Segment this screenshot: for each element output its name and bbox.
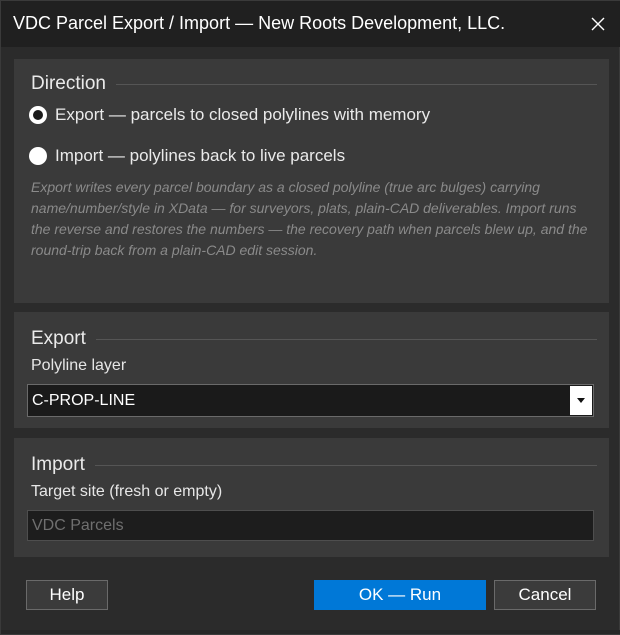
polyline-layer-select[interactable]: C-PROP-LINE xyxy=(27,384,594,417)
export-heading: Export xyxy=(31,328,86,349)
import-radio-option[interactable]: Import — polylines back to live parcels xyxy=(29,146,345,166)
chevron-down-icon xyxy=(577,398,585,403)
title-bar: VDC Parcel Export / Import — New Roots D… xyxy=(1,1,620,47)
close-icon xyxy=(591,17,605,31)
export-radio-button[interactable] xyxy=(29,106,47,124)
export-radio-option[interactable]: Export — parcels to closed polylines wit… xyxy=(29,105,430,125)
direction-group: Direction Export — parcels to closed pol… xyxy=(14,59,609,303)
group-divider xyxy=(94,464,597,466)
direction-header: Direction xyxy=(31,73,597,95)
export-header: Export xyxy=(31,328,597,350)
import-heading: Import xyxy=(31,454,85,475)
polyline-layer-value: C-PROP-LINE xyxy=(32,392,136,409)
export-group: Export Polyline layer C-PROP-LINE xyxy=(14,312,609,428)
import-group: Import Target site (fresh or empty) VDC … xyxy=(14,438,609,557)
import-radio-button[interactable] xyxy=(29,147,47,165)
window-title: VDC Parcel Export / Import — New Roots D… xyxy=(13,13,506,33)
target-site-value: VDC Parcels xyxy=(32,517,124,534)
close-button[interactable] xyxy=(575,1,620,47)
cancel-button[interactable]: Cancel xyxy=(494,580,596,610)
group-divider xyxy=(95,338,597,340)
import-radio-label: Import — polylines back to live parcels xyxy=(55,146,346,165)
export-radio-label: Export — parcels to closed polylines wit… xyxy=(55,105,431,124)
ok-run-button[interactable]: OK — Run xyxy=(314,580,486,610)
direction-description: Export writes every parcel boundary as a… xyxy=(31,179,588,258)
direction-heading: Direction xyxy=(31,73,106,94)
target-site-label: Target site (fresh or empty) xyxy=(31,483,223,500)
bottom-edge xyxy=(1,630,620,634)
polyline-layer-label: Polyline layer xyxy=(31,357,127,374)
group-divider xyxy=(115,83,597,85)
target-site-field[interactable]: VDC Parcels xyxy=(27,510,594,541)
import-header: Import xyxy=(31,454,597,476)
dropdown-arrow[interactable] xyxy=(570,386,592,415)
help-button[interactable]: Help xyxy=(26,580,108,610)
dialog-window: VDC Parcel Export / Import — New Roots D… xyxy=(0,0,620,635)
